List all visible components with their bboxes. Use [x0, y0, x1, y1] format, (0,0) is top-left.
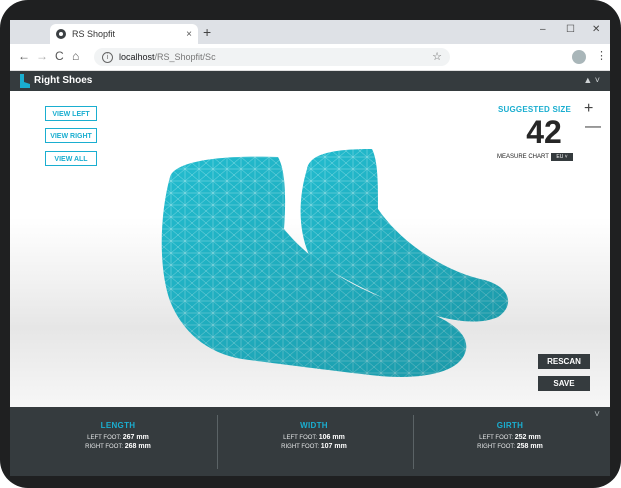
home-icon[interactable]: ⌂	[72, 49, 79, 63]
collapse-chevron-icon[interactable]: ˅	[594, 409, 600, 420]
minimize-icon[interactable]: –	[540, 24, 546, 35]
measure-chart-label: MEASURE CHART	[497, 154, 549, 160]
maximize-icon[interactable]: ☐	[566, 24, 575, 35]
view-right-button[interactable]: VIEW RIGHT	[45, 128, 97, 143]
length-right-value: 268 mm	[124, 443, 151, 450]
browser-tabstrip: RS Shopfit × + – ☐ ✕	[10, 20, 610, 44]
bookmark-star-icon[interactable]: ☆	[432, 50, 442, 63]
length-left-row: LEFT FOOT: 267 mm	[20, 434, 216, 441]
reload-icon[interactable]: C	[55, 49, 64, 63]
zoom-in-icon[interactable]: +	[584, 101, 593, 117]
browser-toolbar: ← → C ⌂ i localhost/RS_Shopfit/Sc ☆ ⋮	[10, 44, 610, 71]
width-left-value: 106 mm	[318, 434, 345, 441]
measurements-panel: LENGTH LEFT FOOT: 267 mm RIGHT FOOT: 268…	[10, 407, 610, 476]
window-close-icon[interactable]: ✕	[592, 24, 600, 35]
width-right-value: 107 mm	[320, 443, 347, 450]
rescan-button[interactable]: RESCAN	[538, 354, 590, 369]
screen: RS Shopfit × + – ☐ ✕ ← → C ⌂ i localhost…	[10, 20, 610, 476]
row-label: LEFT FOOT:	[283, 435, 318, 441]
row-label: RIGHT FOOT:	[477, 444, 516, 450]
profile-avatar[interactable]	[572, 50, 586, 64]
width-column: WIDTH LEFT FOOT: 106 mm RIGHT FOOT: 107 …	[216, 407, 412, 476]
girth-left-row: LEFT FOOT: 252 mm	[412, 434, 608, 441]
user-menu-icon[interactable]: ▲ ˅	[583, 75, 600, 85]
forward-icon[interactable]: →	[36, 49, 48, 63]
url-host: localhost	[119, 52, 155, 62]
shoe-logo-icon	[20, 74, 30, 88]
girth-right-value: 258 mm	[516, 443, 543, 450]
width-left-row: LEFT FOOT: 106 mm	[216, 434, 412, 441]
app-header: Right Shoes ▲ ˅	[10, 71, 610, 91]
brand-name: Right Shoes	[34, 75, 93, 86]
browser-tab[interactable]: RS Shopfit ×	[50, 24, 198, 44]
row-label: LEFT FOOT:	[87, 435, 122, 441]
row-label: RIGHT FOOT:	[85, 444, 124, 450]
tab-title: RS Shopfit	[72, 29, 116, 39]
length-left-value: 267 mm	[122, 434, 149, 441]
size-system-select[interactable]: EU ˅	[551, 153, 573, 161]
url-path: /RS_Shopfit/Sc	[154, 52, 216, 62]
zoom-out-icon[interactable]: —	[585, 119, 601, 135]
browser-menu-icon[interactable]: ⋮	[596, 49, 607, 62]
tablet-frame: RS Shopfit × + – ☐ ✕ ← → C ⌂ i localhost…	[0, 0, 621, 488]
save-button[interactable]: SAVE	[538, 376, 590, 391]
girth-title: GIRTH	[496, 421, 524, 430]
new-tab-button[interactable]: +	[203, 24, 211, 40]
suggested-size-value: 42	[526, 114, 562, 150]
row-label: LEFT FOOT:	[479, 435, 514, 441]
row-label: RIGHT FOOT:	[281, 444, 320, 450]
view-left-button[interactable]: VIEW LEFT	[45, 106, 97, 121]
address-bar[interactable]: i localhost/RS_Shopfit/Sc ☆	[94, 48, 450, 66]
width-right-row: RIGHT FOOT: 107 mm	[216, 443, 412, 450]
back-icon[interactable]: ←	[18, 49, 30, 63]
girth-left-value: 252 mm	[514, 434, 541, 441]
view-all-button[interactable]: VIEW ALL	[45, 151, 97, 166]
girth-column: GIRTH LEFT FOOT: 252 mm RIGHT FOOT: 258 …	[412, 407, 608, 476]
favicon-icon	[56, 29, 66, 39]
width-title: WIDTH	[300, 421, 328, 430]
scan-viewport[interactable]: VIEW LEFT VIEW RIGHT VIEW ALL SUGGESTED …	[10, 91, 610, 407]
length-title: LENGTH	[100, 421, 136, 430]
length-column: LENGTH LEFT FOOT: 267 mm RIGHT FOOT: 268…	[20, 407, 216, 476]
girth-right-row: RIGHT FOOT: 258 mm	[412, 443, 608, 450]
site-info-icon[interactable]: i	[102, 51, 113, 63]
length-right-row: RIGHT FOOT: 268 mm	[20, 443, 216, 450]
suggested-size-label: SUGGESTED SIZE	[498, 105, 572, 114]
tab-close-icon[interactable]: ×	[186, 29, 192, 40]
